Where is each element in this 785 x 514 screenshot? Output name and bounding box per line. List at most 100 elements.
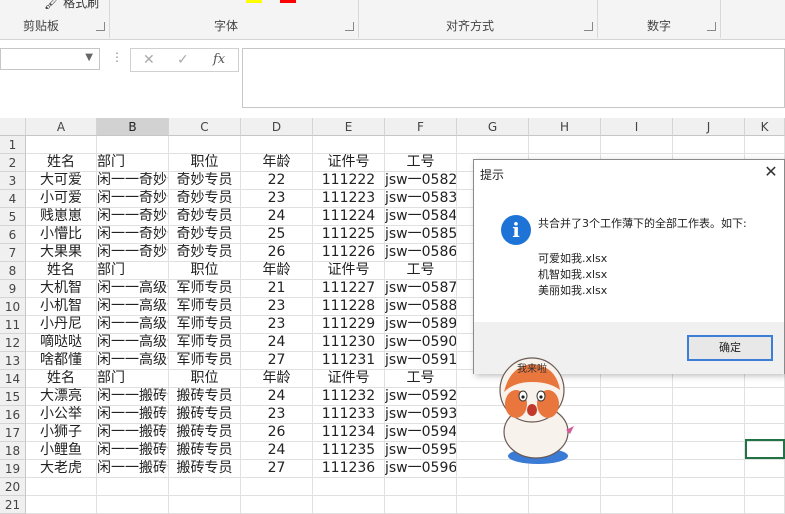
table-cell[interactable] — [673, 424, 745, 442]
row-header[interactable]: 21 — [0, 496, 26, 514]
ok-button[interactable]: 确定 — [687, 335, 773, 361]
table-cell[interactable] — [97, 478, 169, 496]
table-cell[interactable] — [745, 496, 785, 514]
table-cell[interactable]: 111224 — [313, 208, 385, 226]
table-cell[interactable] — [457, 136, 529, 154]
table-cell[interactable]: 闲一一奇妙部 — [97, 226, 169, 244]
row-header[interactable]: 20 — [0, 478, 26, 496]
column-header-g[interactable]: G — [457, 118, 529, 136]
table-cell[interactable]: 工号 — [385, 262, 457, 280]
row-header[interactable]: 8 — [0, 262, 26, 280]
table-cell[interactable]: 贱崽崽 — [26, 208, 97, 226]
table-cell[interactable]: 大老虎 — [26, 460, 97, 478]
table-cell[interactable] — [673, 442, 745, 460]
table-cell[interactable]: 111234 — [313, 424, 385, 442]
column-header-f[interactable]: F — [385, 118, 457, 136]
row-header[interactable]: 1 — [0, 136, 26, 154]
row-header[interactable]: 12 — [0, 334, 26, 352]
table-cell[interactable] — [26, 496, 97, 514]
table-cell[interactable] — [745, 460, 785, 478]
table-cell[interactable] — [745, 388, 785, 406]
table-cell[interactable]: jsw一0592 — [385, 388, 457, 406]
table-cell[interactable] — [601, 478, 673, 496]
close-icon[interactable]: ✕ — [762, 162, 780, 181]
table-cell[interactable] — [97, 136, 169, 154]
table-cell[interactable] — [673, 136, 745, 154]
table-cell[interactable]: 小鲤鱼 — [26, 442, 97, 460]
table-cell[interactable]: jsw一0585 — [385, 226, 457, 244]
table-cell[interactable]: 24 — [241, 208, 313, 226]
table-cell[interactable]: 小公举 — [26, 406, 97, 424]
table-cell[interactable]: 24 — [241, 442, 313, 460]
row-header[interactable]: 13 — [0, 352, 26, 370]
table-cell[interactable]: 搬砖专员 — [169, 406, 241, 424]
table-cell[interactable]: 年龄 — [241, 262, 313, 280]
table-cell[interactable] — [241, 496, 313, 514]
table-cell[interactable]: 奇妙专员 — [169, 226, 241, 244]
table-cell[interactable] — [241, 136, 313, 154]
table-cell[interactable] — [601, 460, 673, 478]
table-cell[interactable] — [601, 424, 673, 442]
table-cell[interactable]: 24 — [241, 388, 313, 406]
table-cell[interactable] — [601, 442, 673, 460]
table-cell[interactable]: 23 — [241, 406, 313, 424]
table-cell[interactable]: 奇妙专员 — [169, 244, 241, 262]
table-cell[interactable]: jsw一0595 — [385, 442, 457, 460]
table-cell[interactable] — [169, 496, 241, 514]
table-cell[interactable]: 111232 — [313, 388, 385, 406]
table-cell[interactable]: 部门 — [97, 370, 169, 388]
table-cell[interactable]: 闲一一搬砖部 — [97, 424, 169, 442]
table-cell[interactable]: jsw一0582 — [385, 172, 457, 190]
table-cell[interactable] — [673, 460, 745, 478]
table-cell[interactable]: 搬砖专员 — [169, 460, 241, 478]
row-header[interactable]: 9 — [0, 280, 26, 298]
table-cell[interactable]: 111226 — [313, 244, 385, 262]
table-cell[interactable]: 23 — [241, 190, 313, 208]
table-cell[interactable] — [673, 388, 745, 406]
table-cell[interactable]: 26 — [241, 244, 313, 262]
table-cell[interactable]: 搬砖专员 — [169, 388, 241, 406]
row-header[interactable]: 4 — [0, 190, 26, 208]
table-cell[interactable] — [529, 136, 601, 154]
table-cell[interactable]: 闲一一搬砖部 — [97, 406, 169, 424]
table-cell[interactable]: 21 — [241, 280, 313, 298]
table-cell[interactable] — [97, 496, 169, 514]
column-header-k[interactable]: K — [745, 118, 785, 136]
active-cell-selection[interactable] — [745, 439, 785, 459]
table-cell[interactable]: 小狮子 — [26, 424, 97, 442]
table-cell[interactable]: jsw一0589 — [385, 316, 457, 334]
table-cell[interactable]: 职位 — [169, 370, 241, 388]
table-cell[interactable]: 111231 — [313, 352, 385, 370]
table-cell[interactable]: 111227 — [313, 280, 385, 298]
row-header[interactable]: 16 — [0, 406, 26, 424]
table-cell[interactable]: 大果果 — [26, 244, 97, 262]
function-icon[interactable]: fx — [213, 52, 225, 67]
table-cell[interactable]: 111223 — [313, 190, 385, 208]
table-cell[interactable] — [673, 496, 745, 514]
row-header[interactable]: 2 — [0, 154, 26, 172]
table-cell[interactable]: 姓名 — [26, 262, 97, 280]
clipboard-launcher-icon[interactable] — [96, 22, 105, 31]
table-cell[interactable]: 闲一一搬砖部 — [97, 460, 169, 478]
table-cell[interactable]: jsw一0594 — [385, 424, 457, 442]
table-cell[interactable]: 大机智 — [26, 280, 97, 298]
column-header-j[interactable]: J — [673, 118, 745, 136]
enter-icon[interactable]: ✓ — [177, 52, 189, 68]
table-cell[interactable]: 搬砖专员 — [169, 424, 241, 442]
table-cell[interactable] — [313, 496, 385, 514]
table-cell[interactable]: 职位 — [169, 262, 241, 280]
table-cell[interactable]: 奇妙专员 — [169, 172, 241, 190]
table-cell[interactable] — [313, 478, 385, 496]
table-cell[interactable]: 军师专员 — [169, 316, 241, 334]
table-cell[interactable]: 111229 — [313, 316, 385, 334]
font-color-swatch[interactable] — [280, 0, 296, 3]
row-header[interactable]: 10 — [0, 298, 26, 316]
table-cell[interactable]: jsw一0588 — [385, 298, 457, 316]
table-cell[interactable]: 证件号 — [313, 154, 385, 172]
table-cell[interactable] — [313, 136, 385, 154]
row-header[interactable]: 15 — [0, 388, 26, 406]
table-cell[interactable]: 23 — [241, 316, 313, 334]
row-header[interactable]: 6 — [0, 226, 26, 244]
table-cell[interactable] — [745, 136, 785, 154]
table-cell[interactable]: 部门 — [97, 262, 169, 280]
